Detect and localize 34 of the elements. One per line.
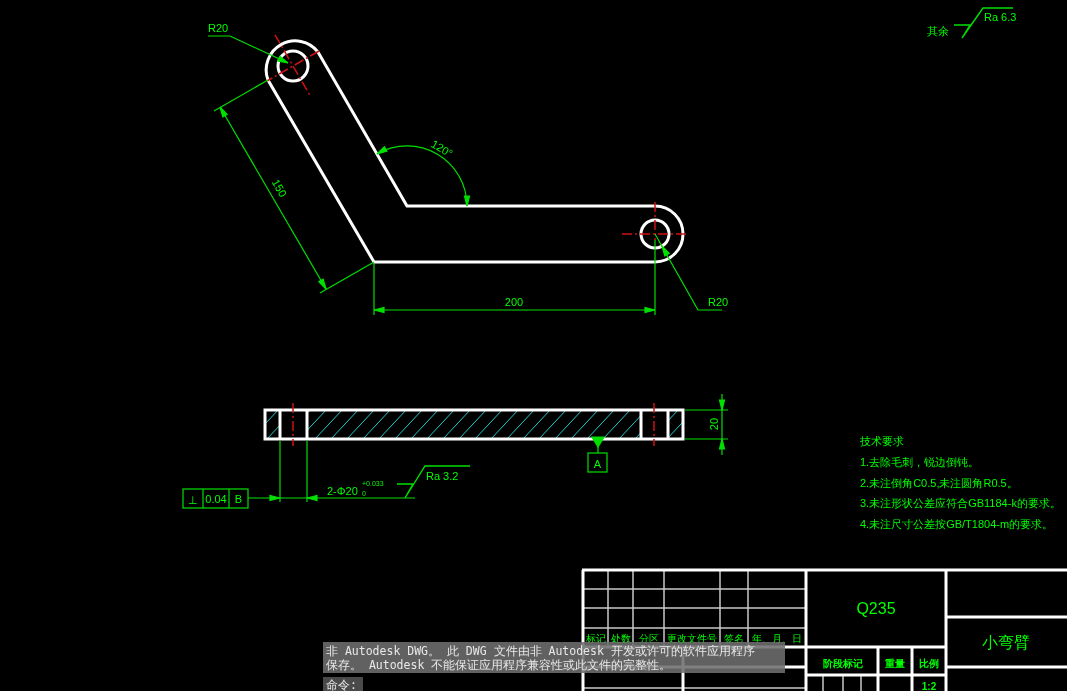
warning-text: 保存。 Autodesk 不能保证应用程序兼容性或此文件的完整性。 [326,658,672,672]
scale-text: 1:2 [921,681,937,691]
roughness-text: Ra 6.3 [984,11,1017,23]
roughness-label: 其余 [927,25,949,37]
table-header: 分区 [638,633,659,644]
requirement-text: 3.未注形状公差应符合GB1184-k的要求。 [860,497,1061,509]
table-header: 重量 [885,658,905,669]
roughness-text: Ra 3.2 [426,470,459,482]
tolerance-symbol: ⊥ [188,494,198,506]
requirement-text: 1.去除毛刺，锐边倒钝。 [860,456,980,468]
table-header: 签名 [724,633,744,644]
material-text: Q235 [856,600,896,617]
part-name-text: 小弯臂 [982,634,1030,651]
requirement-text: 2.未注倒角C0.5,未注圆角R0.5。 [860,476,1018,489]
dimension-text: 20 [708,417,720,431]
datum-text: A [593,458,602,470]
table-header: 年、月、日 [752,633,802,644]
table-header: 更改文件号 [667,633,717,644]
angle-text: 120° [429,137,455,160]
hole-dimension-text: 2-Φ20 [327,485,358,497]
tolerance-value: 0.04 [205,493,227,505]
table-header: 比例 [919,658,939,669]
requirement-text: 4.未注尺寸公差按GB/T1804-m的要求。 [860,517,1054,530]
warning-text: 非 Autodesk DWG。 此 DWG 文件由非 Autodesk 开发或许可的软件应用程序 [326,644,755,658]
datum-text: B [234,493,243,505]
command-prompt[interactable]: 命令: [326,678,357,691]
dimension-text: 200 [504,296,524,308]
radius-text: R20 [708,296,729,308]
dimension-text: 150 [269,177,290,199]
table-header: 标记 [585,633,606,644]
requirements-title: 技术要求 [860,435,904,447]
table-header: 阶段标记 [823,658,863,669]
table-header: 处数 [610,633,631,644]
radius-text: R20 [208,22,229,34]
